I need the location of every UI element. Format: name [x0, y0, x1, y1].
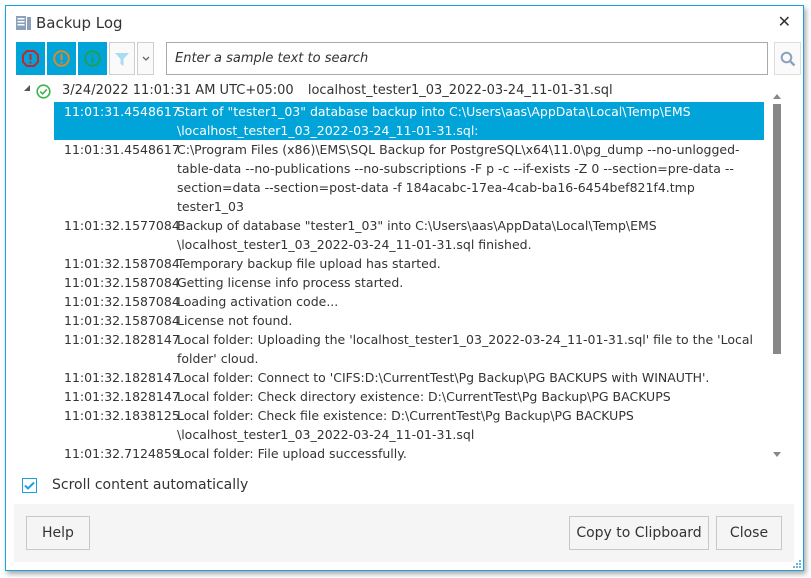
log-entry-time: 11:01:32.1587084 [64, 256, 180, 271]
log-entry-row[interactable]: 11:01:31.4548617 Start of "tester1_03" da… [54, 102, 764, 140]
help-button[interactable]: Help [26, 516, 90, 550]
log-entry-row[interactable]: 11:01:32.1587084 Loading activation code.… [54, 292, 764, 311]
collapse-arrow-icon[interactable] [24, 85, 30, 91]
filter-button[interactable] [109, 42, 135, 75]
error-octagon-icon [22, 50, 39, 67]
log-entry-message: C:\Program Files (x86)\EMS\SQL Backup fo… [177, 142, 740, 214]
log-entry-message: Local folder: Check directory existence:… [177, 389, 671, 404]
info-filter-button[interactable] [78, 42, 107, 75]
log-tree[interactable]: 3/24/2022 11:01:31 AM UTC+05:00 localhos… [16, 82, 771, 462]
search-icon [780, 51, 795, 66]
log-entry-message: Local folder: Connect to 'CIFS:D:\Curren… [177, 370, 710, 385]
log-entry-row[interactable]: 11:01:32.1838125 Local folder: Check file… [54, 406, 764, 444]
filter-dropdown-button[interactable] [137, 42, 154, 75]
checkmark-icon [24, 481, 35, 490]
log-entry-time: 11:01:32.1828147 [64, 370, 180, 385]
search-input[interactable] [166, 42, 768, 75]
log-entry-message: Local folder: Check file existence: D:\C… [177, 408, 634, 442]
vertical-scrollbar[interactable] [771, 90, 783, 462]
copy-to-clipboard-button[interactable]: Copy to Clipboard [569, 516, 709, 550]
session-timestamp: 3/24/2022 11:01:31 AM UTC+05:00 [62, 83, 294, 98]
warning-circle-icon [53, 50, 70, 67]
log-entry-time: 11:01:32.1587084 [64, 275, 180, 290]
auto-scroll-checkbox[interactable]: Scroll content automatically [22, 475, 248, 495]
log-entry-row[interactable]: 11:01:32.1577084 Backup of database "test… [54, 216, 764, 254]
info-circle-icon [84, 50, 101, 67]
title-bar: Backup Log ✕ [6, 6, 803, 40]
scroll-thumb[interactable] [773, 104, 781, 354]
search-button[interactable] [774, 42, 801, 75]
log-entry-time: 11:01:32.1587084 [64, 313, 180, 328]
checkbox-box[interactable] [22, 477, 37, 493]
backup-log-dialog: Backup Log ✕ Enter a sample text to sear… [5, 5, 804, 571]
log-entry-message: Local folder: Uploading the 'localhost_t… [177, 332, 753, 366]
check-circle-icon [36, 84, 51, 99]
log-entry-time: 11:01:32.1838125 [64, 408, 180, 423]
scroll-down-arrow-icon[interactable] [773, 452, 781, 457]
close-button[interactable]: Close [716, 516, 782, 550]
funnel-icon [115, 52, 129, 66]
log-entry-time: 11:01:32.1587084 [64, 294, 180, 309]
log-entry-time: 11:01:32.1828147 [64, 332, 180, 347]
toolbar [16, 42, 801, 76]
document-log-icon [16, 16, 31, 30]
log-session-node[interactable]: 3/24/2022 11:01:31 AM UTC+05:00 localhos… [16, 82, 771, 101]
auto-scroll-label: Scroll content automatically [52, 477, 249, 493]
log-entry-time: 11:01:31.4548617 [64, 104, 180, 119]
log-entry-row[interactable]: 11:01:32.1828147 Local folder: Check dire… [54, 387, 764, 406]
scroll-up-arrow-icon[interactable] [773, 94, 781, 99]
log-entry-message: Getting license info process started. [177, 275, 404, 290]
log-entry-row[interactable]: 11:01:32.1828147 Local folder: Uploading … [54, 330, 764, 368]
log-entries: 11:01:31.4548617 Start of "tester1_03" da… [54, 102, 764, 462]
dialog-footer: Help Copy to Clipboard Close [14, 504, 794, 562]
session-file: localhost_tester1_03_2022-03-24_11-01-31… [307, 83, 613, 98]
log-entry-row[interactable]: 11:01:32.1587084 Temporary backup file up… [54, 254, 764, 273]
log-entry-time: 11:01:32.1828147 [64, 389, 180, 404]
chevron-down-icon [142, 56, 149, 61]
log-entry-message: Backup of database "tester1_03" into C:\… [177, 218, 657, 252]
log-entry-message: Temporary backup file upload has started… [177, 256, 441, 271]
log-entry-time: 11:01:31.4548617 [64, 142, 180, 157]
close-icon[interactable]: ✕ [778, 12, 791, 31]
log-entry-message: Loading activation code... [177, 294, 339, 309]
warnings-filter-button[interactable] [47, 42, 76, 75]
log-entry-time: 11:01:32.1577084 [64, 218, 180, 233]
log-entry-message: Start of "tester1_03" database backup in… [177, 104, 691, 138]
log-entry-row[interactable]: 11:01:32.1587084 Getting license info pro… [54, 273, 764, 292]
log-entry-row[interactable]: 11:01:32.1828147 Local folder: Connect to… [54, 368, 764, 387]
log-entry-time: 11:01:32.7124859 [64, 446, 180, 461]
log-entry-row[interactable]: 11:01:32.7124859 Local folder: File uploa… [54, 444, 764, 462]
log-entry-row[interactable]: 11:01:31.4548617 C:\Program Files (x86)\E… [54, 140, 764, 216]
resize-grip-icon[interactable] [793, 560, 801, 568]
errors-filter-button[interactable] [16, 42, 45, 75]
log-entry-row[interactable]: 11:01:32.1587084 License not found. [54, 311, 764, 330]
window-title: Backup Log [36, 14, 123, 32]
log-entry-message: License not found. [177, 313, 293, 328]
log-entry-message: Local folder: File upload successfully. [177, 446, 407, 461]
